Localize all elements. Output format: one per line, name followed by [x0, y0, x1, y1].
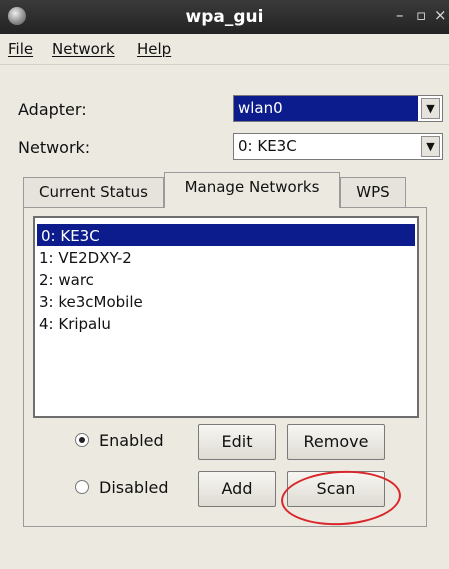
add-button[interactable]: Add	[198, 471, 276, 507]
menu-bar: File Network Help	[0, 34, 449, 65]
list-item[interactable]: 1: VE2DXY-2	[35, 246, 417, 268]
network-select[interactable]: 0: KE3C ▼	[233, 133, 443, 160]
menu-help[interactable]: Help	[137, 40, 171, 58]
adapter-label: Adapter:	[18, 100, 87, 119]
tab-manage-networks[interactable]: Manage Networks	[164, 172, 340, 208]
chevron-down-icon[interactable]: ▼	[421, 98, 440, 119]
scan-button[interactable]: Scan	[287, 471, 385, 507]
tab-current-status[interactable]: Current Status	[23, 177, 164, 207]
adapter-value: wlan0	[234, 96, 418, 121]
close-button[interactable]: ×	[434, 6, 447, 24]
edit-button[interactable]: Edit	[198, 424, 276, 460]
list-item[interactable]: 3: ke3cMobile	[35, 290, 417, 312]
title-bar[interactable]: wpa_gui – ▫ ×	[0, 0, 449, 34]
maximize-button[interactable]: ▫	[416, 6, 426, 24]
enabled-radio[interactable]: Enabled	[75, 431, 164, 450]
disabled-label: Disabled	[99, 478, 169, 497]
tab-wps[interactable]: WPS	[340, 177, 406, 207]
list-item[interactable]: 0: KE3C	[37, 224, 415, 246]
enabled-label: Enabled	[99, 431, 164, 450]
minimize-button[interactable]: –	[396, 6, 404, 24]
menu-file[interactable]: File	[8, 40, 33, 58]
menu-network[interactable]: Network	[52, 40, 115, 58]
network-label: Network:	[18, 138, 91, 157]
disabled-radio[interactable]: Disabled	[75, 478, 169, 497]
list-item[interactable]: 4: Kripalu	[35, 312, 417, 334]
radio-unchecked-icon	[75, 480, 89, 494]
radio-checked-icon	[75, 433, 89, 447]
chevron-down-icon[interactable]: ▼	[421, 136, 440, 157]
adapter-select[interactable]: wlan0 ▼	[233, 95, 443, 122]
remove-button[interactable]: Remove	[287, 424, 385, 460]
list-item[interactable]: 2: warc	[35, 268, 417, 290]
network-list[interactable]: 0: KE3C 1: VE2DXY-2 2: warc 3: ke3cMobil…	[33, 216, 419, 418]
window-title: wpa_gui	[185, 7, 264, 27]
network-value: 0: KE3C	[238, 137, 297, 155]
